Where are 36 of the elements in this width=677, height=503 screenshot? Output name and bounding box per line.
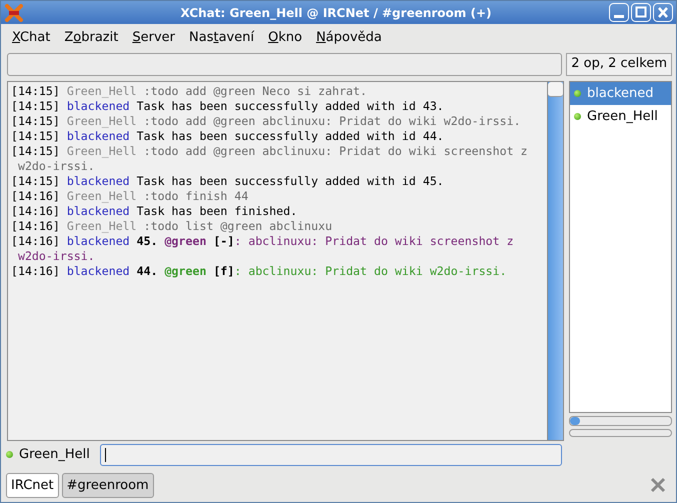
chat-message: [14:15] blackened Task has been successfully added with id 44.: [11, 129, 445, 144]
chat-message: [14:16] blackened 45. @green [-]: abclinuxu: Pridat do wiki screenshot z w2do-irssi.: [11, 234, 515, 264]
menu-item[interactable]: Nápověda: [309, 30, 389, 44]
scrollbar[interactable]: [548, 81, 564, 441]
chat-message: [14:15] Green_Hell :todo add @green abclinuxu: Pridat do wiki w2do-irssi.: [11, 114, 522, 129]
x-logo-icon: [5, 4, 23, 22]
status-dot-icon: [574, 113, 581, 120]
close-icon[interactable]: [650, 477, 666, 493]
menu-item[interactable]: Nastavení: [182, 30, 262, 44]
chat-message: [14:15] blackened Task has been successfully added with id 43.: [11, 99, 445, 114]
menu-item[interactable]: Zobrazit: [57, 30, 126, 44]
chat-message: [14:15] Green_Hell :todo add @green abclinuxu: Pridat do wiki screenshot z w2do-irssi.: [11, 144, 529, 174]
minimize-icon[interactable]: [609, 3, 629, 22]
chat-message: [14:16] Green_Hell :todo list @green abclinuxu: [11, 219, 334, 234]
window-title: XChat: Green_Hell @ IRCNet / #greenroom (+): [180, 6, 492, 20]
chat-message: [14:16] blackened 44. @green [f]: abclinuxu: Pridat do wiki w2do-irssi.: [11, 264, 508, 279]
menu-item[interactable]: XChat: [5, 30, 58, 44]
user-item[interactable]: blackened: [570, 82, 671, 105]
input-field[interactable]: [100, 444, 562, 466]
user-count: 2 op, 2 celkem: [566, 53, 672, 76]
status-dot-icon: [6, 451, 13, 458]
topic-field[interactable]: [7, 53, 562, 76]
channel-tab[interactable]: IRCnet: [6, 472, 59, 498]
channel-tab[interactable]: #greenroom: [62, 472, 154, 498]
maximize-icon[interactable]: [631, 3, 651, 22]
scrollbar[interactable]: [569, 429, 672, 437]
chat-message: [14:16] blackened Task has been finished.: [11, 204, 298, 219]
chat-message: [14:16] Green_Hell :todo finish 44: [11, 189, 250, 204]
user-item[interactable]: Green_Hell: [570, 105, 671, 128]
chat-message: [14:15] Green_Hell :todo add @green Neco si zahrat.: [11, 84, 368, 99]
nick-label[interactable]: Green_Hell: [19, 447, 90, 462]
status-dot-icon: [574, 90, 581, 97]
menu-item[interactable]: Server: [125, 30, 182, 44]
chat-message: [14:15] blackened Task has been successfully added with id 45.: [11, 174, 445, 189]
scrollbar[interactable]: [569, 416, 672, 426]
menu-item[interactable]: Okno: [261, 30, 310, 44]
